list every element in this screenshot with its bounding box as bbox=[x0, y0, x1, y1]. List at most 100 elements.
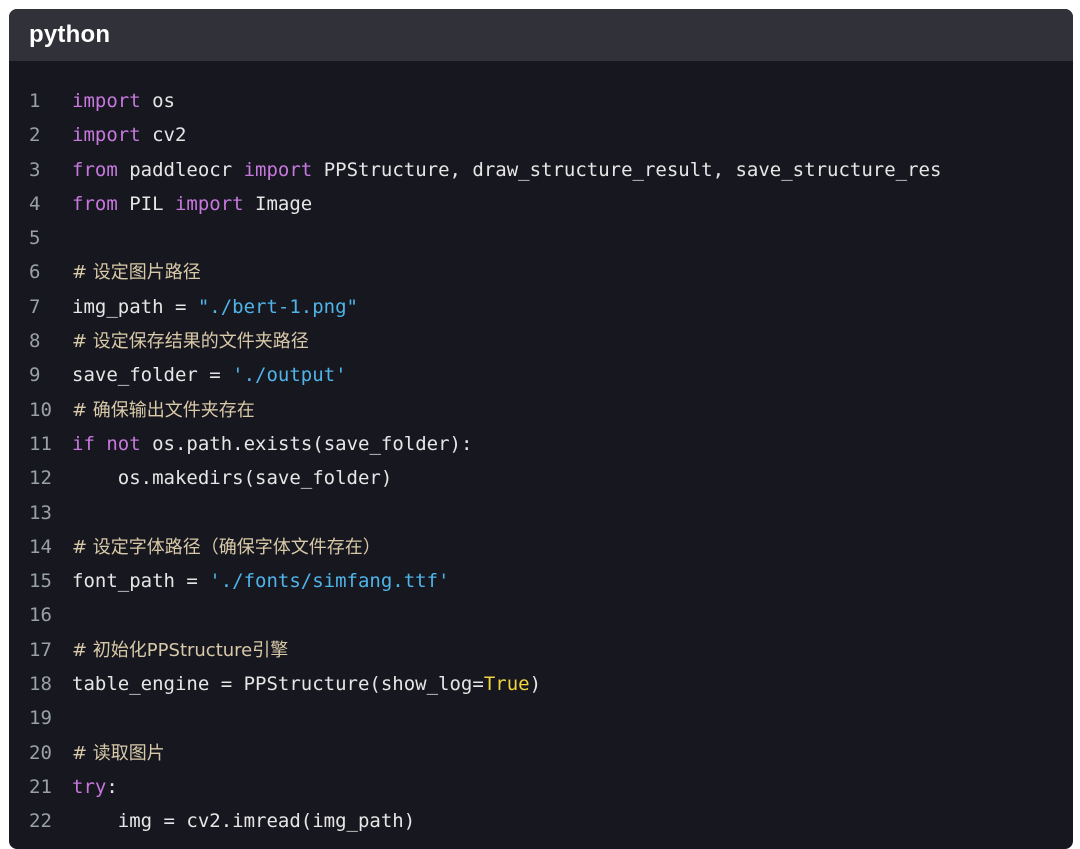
code-token-plain: save_folder = bbox=[72, 364, 233, 387]
line-number: 16 bbox=[29, 604, 52, 627]
line-number: 19 bbox=[29, 707, 52, 730]
language-label: python bbox=[29, 21, 111, 48]
line-number: 18 bbox=[29, 673, 52, 696]
code-line: 17 # 初始化PPStructure引擎 bbox=[9, 633, 1073, 667]
code-token-keyword: import bbox=[243, 158, 313, 181]
line-code: # 设定图片路径 bbox=[72, 255, 201, 289]
line-number: 6 bbox=[29, 261, 41, 284]
code-token-comment: # 设定字体路径（确保字体文件存在） bbox=[72, 536, 381, 558]
code-token-keyword: import bbox=[72, 124, 141, 147]
line-number: 22 bbox=[29, 810, 52, 833]
line-number: 14 bbox=[29, 535, 52, 558]
code-token-comment: # 初始化PPStructure引擎 bbox=[72, 639, 289, 661]
line-code: os.makedirs(save_folder) bbox=[72, 461, 393, 495]
line-number: 3 bbox=[29, 158, 41, 181]
code-token-plain: cv2 bbox=[140, 124, 187, 147]
code-token-keyword: from bbox=[72, 158, 118, 181]
code-line: 22 img = cv2.imread(img_path) bbox=[9, 804, 1073, 838]
line-number: 21 bbox=[29, 775, 52, 798]
code-line: 18 table_engine = PPStructure(show_log=Tr… bbox=[9, 667, 1073, 701]
code-token-comment: # 确保输出文件夹存在 bbox=[72, 399, 255, 421]
code-token-string: "./bert-1.png" bbox=[197, 295, 358, 318]
code-line: 5 bbox=[9, 221, 1073, 255]
code-token-comment: # 设定图片路径 bbox=[72, 262, 201, 284]
code-token-keyword: try bbox=[72, 775, 107, 798]
line-number: 15 bbox=[29, 570, 52, 593]
line-number: 10 bbox=[29, 398, 52, 421]
code-line: 15 font_path = './fonts/simfang.ttf' bbox=[9, 564, 1073, 598]
line-code: img_path = "./bert-1.png" bbox=[72, 290, 358, 324]
line-number: 2 bbox=[29, 124, 41, 147]
line-code: # 确保输出文件夹存在 bbox=[72, 393, 255, 427]
code-token-plain: : bbox=[106, 775, 118, 798]
line-number: 5 bbox=[29, 227, 41, 250]
code-line: 7 img_path = "./bert-1.png" bbox=[9, 290, 1073, 324]
code-token-plain: os.makedirs(save_folder) bbox=[72, 467, 393, 490]
code-token-plain: os bbox=[140, 90, 175, 112]
line-number: 7 bbox=[29, 295, 41, 318]
code-block-header: python bbox=[9, 9, 1073, 61]
code-line: 8 # 设定保存结果的文件夹路径 bbox=[9, 324, 1073, 358]
line-number: 4 bbox=[29, 192, 41, 215]
code-token-bool: True bbox=[483, 673, 530, 696]
code-token-plain: table_engine = PPStructure(show_log= bbox=[72, 673, 484, 696]
code-line: 6 # 设定图片路径 bbox=[9, 255, 1073, 289]
line-number: 11 bbox=[29, 432, 52, 455]
line-number: 17 bbox=[29, 638, 52, 661]
code-line: 21 try: bbox=[9, 770, 1073, 804]
code-line: 12 os.makedirs(save_folder) bbox=[9, 461, 1073, 495]
code-line: 11 if not os.path.exists(save_folder): bbox=[9, 427, 1073, 461]
code-token-string: './fonts/simfang.ttf' bbox=[209, 570, 450, 593]
code-line: 2 import cv2 bbox=[9, 118, 1073, 152]
line-number: 1 bbox=[29, 90, 41, 112]
code-line: 19 bbox=[9, 701, 1073, 735]
line-code: table_engine = PPStructure(show_log=True… bbox=[72, 667, 541, 701]
line-code: from paddleocr import PPStructure, draw_… bbox=[72, 153, 941, 187]
code-line: 9 save_folder = './output' bbox=[9, 358, 1073, 392]
code-line: 3 from paddleocr import PPStructure, draw… bbox=[9, 153, 1073, 187]
code-line: 20 # 读取图片 bbox=[9, 736, 1073, 770]
code-line: 4 from PIL import Image bbox=[9, 187, 1073, 221]
line-code: font_path = './fonts/simfang.ttf' bbox=[72, 564, 450, 598]
code-token-keyword: if bbox=[72, 432, 95, 455]
code-body[interactable]: 1 import os 2 import cv2 3 from paddleocr imp… bbox=[9, 61, 1073, 839]
line-code: save_folder = './output' bbox=[72, 358, 347, 392]
code-token-plain: font_path = bbox=[72, 570, 210, 593]
code-token-string: './output' bbox=[232, 364, 347, 387]
code-token-plain: img = cv2.imread(img_path) bbox=[72, 810, 416, 833]
code-token-keyword: import bbox=[72, 90, 141, 112]
line-code: from PIL import Image bbox=[72, 187, 312, 221]
line-number: 13 bbox=[29, 501, 52, 524]
code-block: python 1 import os 2 import cv2 3 from paddle… bbox=[9, 9, 1073, 849]
code-line: 10 # 确保输出文件夹存在 bbox=[9, 393, 1073, 427]
line-code: img = cv2.imread(img_path) bbox=[72, 804, 415, 838]
line-number: 12 bbox=[29, 467, 52, 490]
code-line: 14 # 设定字体路径（确保字体文件存在） bbox=[9, 530, 1073, 564]
line-code: # 读取图片 bbox=[72, 736, 165, 770]
code-token-plain: PPStructure, draw_structure_result, save… bbox=[312, 158, 942, 181]
code-line: 13 bbox=[9, 496, 1073, 530]
code-token-plain: os.path.exists(save_folder): bbox=[140, 432, 473, 455]
line-code: # 设定保存结果的文件夹路径 bbox=[72, 324, 309, 358]
line-code: import cv2 bbox=[72, 118, 186, 152]
line-code: if not os.path.exists(save_folder): bbox=[72, 427, 472, 461]
code-token-comment: # 读取图片 bbox=[72, 742, 165, 764]
code-token-plain: PIL bbox=[117, 192, 175, 215]
code-line: 1 import os bbox=[9, 84, 1073, 118]
code-token-plain: ) bbox=[529, 673, 542, 696]
code-token-comment: # 设定保存结果的文件夹路径 bbox=[72, 331, 309, 353]
line-code: try: bbox=[72, 770, 118, 804]
code-token-plain: paddleocr bbox=[117, 158, 244, 181]
code-token-plain: Image bbox=[243, 192, 313, 215]
line-number: 8 bbox=[29, 330, 41, 353]
line-code: import os bbox=[72, 84, 175, 118]
code-token-keyword: import bbox=[174, 192, 244, 215]
code-token-keyword: not bbox=[106, 432, 141, 455]
code-token-plain: img_path = bbox=[72, 295, 198, 318]
line-number: 20 bbox=[29, 741, 52, 764]
code-line: 16 bbox=[9, 598, 1073, 632]
line-code: # 设定字体路径（确保字体文件存在） bbox=[72, 530, 381, 564]
line-code: # 初始化PPStructure引擎 bbox=[72, 633, 288, 667]
code-token-keyword: from bbox=[72, 192, 118, 215]
